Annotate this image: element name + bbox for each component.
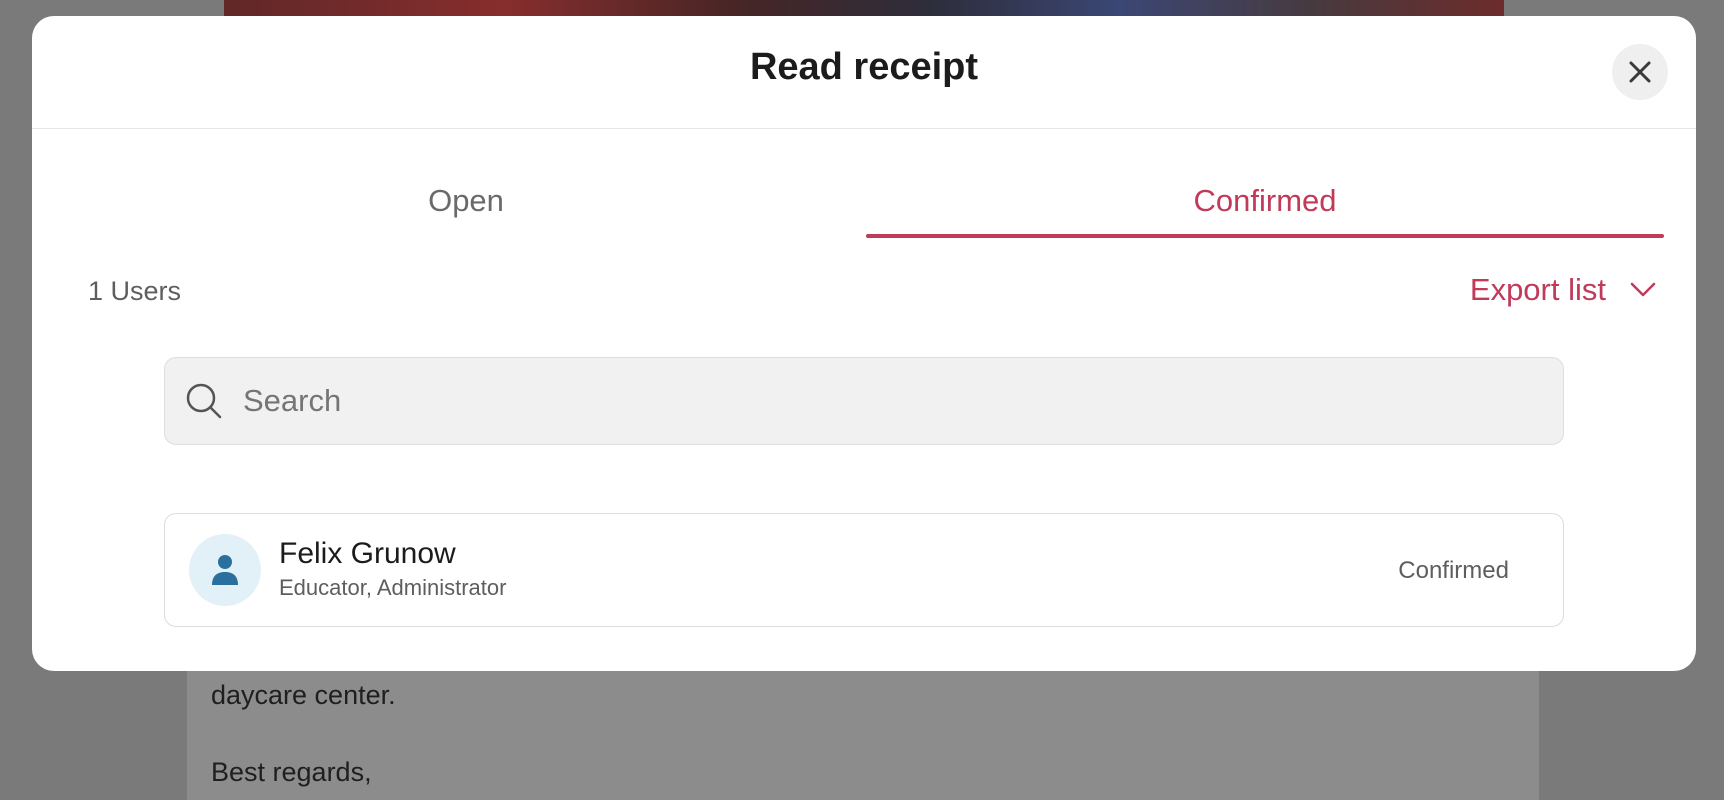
- export-list-button[interactable]: Export list: [1470, 272, 1656, 308]
- background-text-line: Best regards,: [211, 757, 372, 787]
- tab-open[interactable]: Open: [86, 146, 846, 256]
- user-status: Confirmed: [1398, 557, 1509, 584]
- avatar: [189, 534, 261, 606]
- chevron-down-icon: [1630, 282, 1656, 297]
- person-icon: [212, 555, 238, 585]
- active-tab-indicator: [866, 234, 1664, 238]
- read-receipt-modal: Read receipt Open Confirmed 1 Users Expo…: [32, 16, 1696, 671]
- tab-confirmed[interactable]: Confirmed: [866, 146, 1664, 256]
- user-roles: Educator, Administrator: [279, 575, 507, 600]
- user-count: 1 Users: [88, 276, 182, 306]
- export-list-label: Export list: [1469, 272, 1606, 307]
- close-button[interactable]: [1612, 44, 1668, 100]
- user-name: Felix Grunow: [279, 537, 456, 570]
- close-icon: [1629, 61, 1651, 83]
- search-input[interactable]: [241, 382, 1445, 420]
- user-list-item[interactable]: Felix Grunow Educator, Administrator Con…: [164, 513, 1564, 627]
- search-box: [164, 357, 1564, 445]
- modal-header: Read receipt: [32, 16, 1696, 129]
- tab-bar: Open Confirmed: [32, 146, 1696, 256]
- background-text-line: daycare center.: [211, 680, 396, 710]
- search-icon: [186, 383, 222, 419]
- modal-title: Read receipt: [749, 46, 979, 88]
